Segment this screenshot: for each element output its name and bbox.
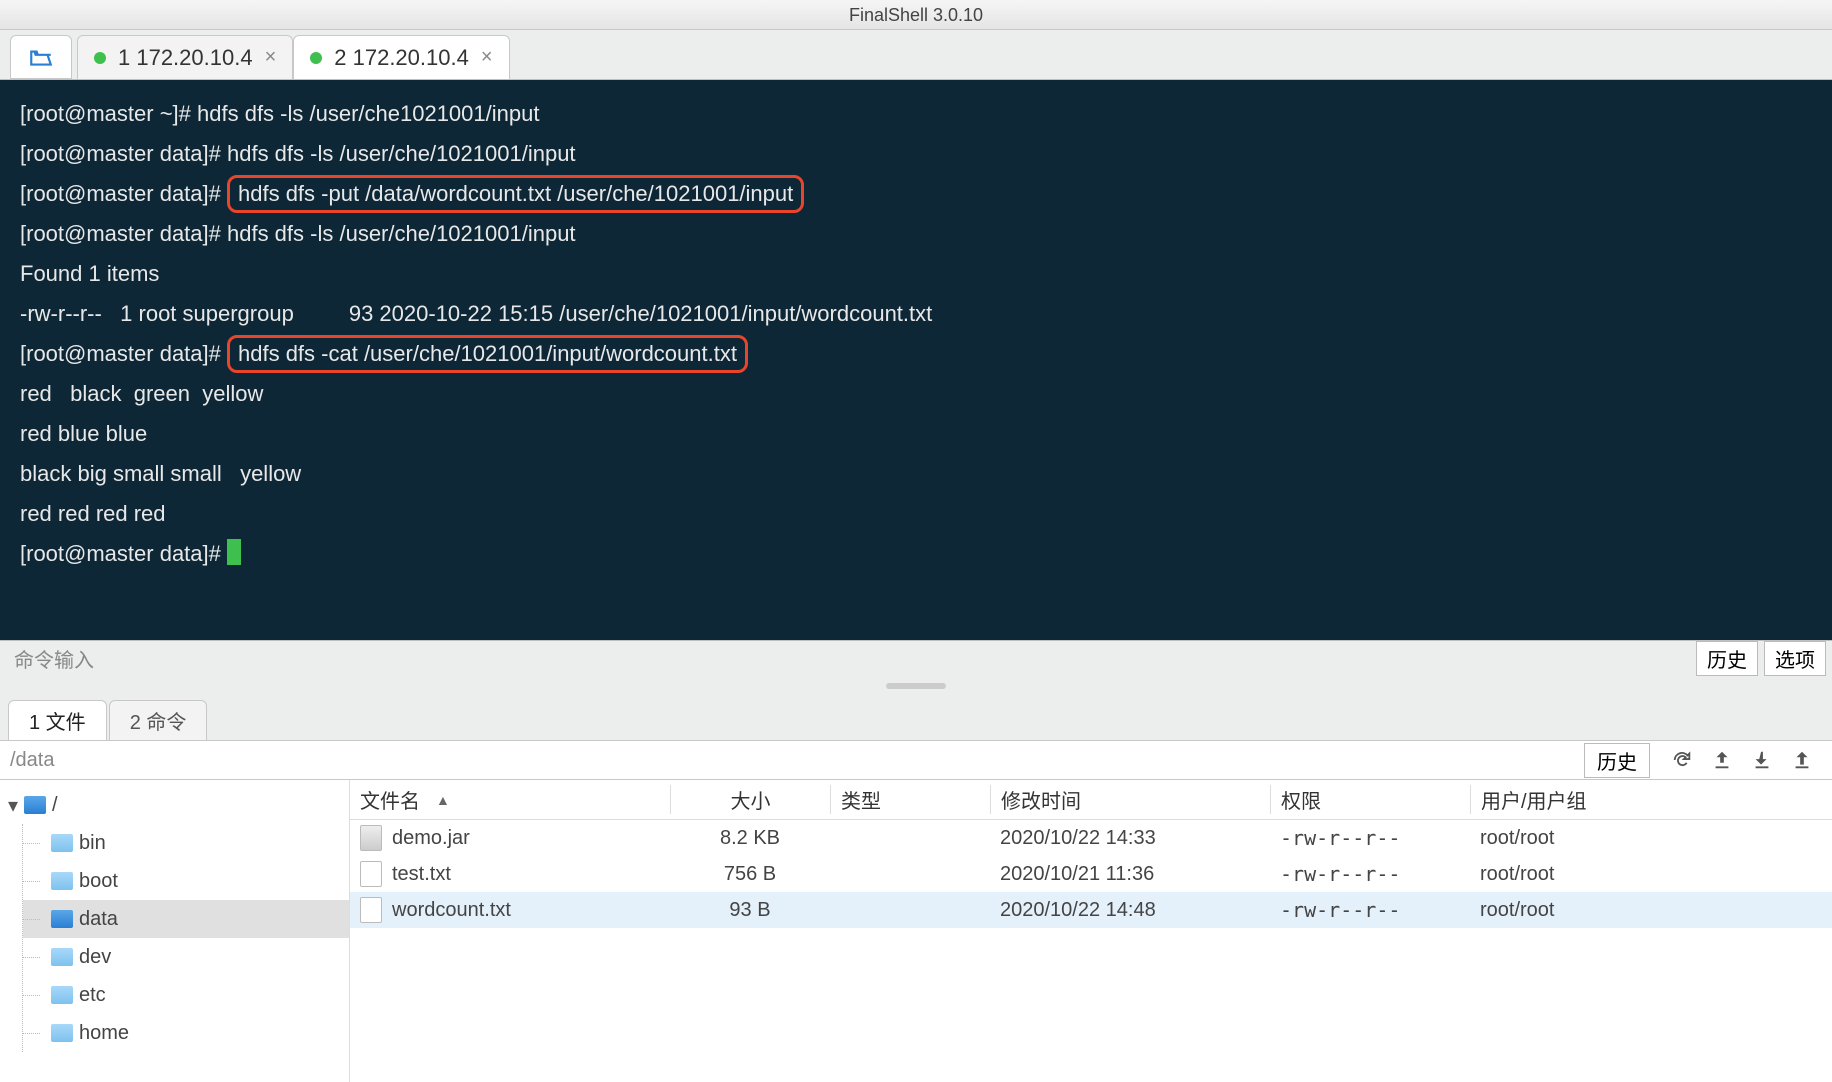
close-icon[interactable]: × [481, 46, 493, 69]
file-list[interactable]: 文件名▲ 大小 类型 修改时间 权限 用户/用户组 demo.jar 8.2 KB… [350, 780, 1832, 1082]
folder-tree[interactable]: ▾ / bin boot data dev etc home [0, 780, 350, 1082]
window-title: FinalShell 3.0.10 [0, 0, 1832, 30]
refresh-icon[interactable] [1668, 746, 1696, 774]
tree-label: home [79, 1022, 129, 1045]
path-history-button[interactable]: 历史 [1584, 743, 1650, 778]
tree-item[interactable]: boot [23, 862, 349, 900]
file-date: 2020/10/22 14:48 [990, 899, 1270, 922]
file-size: 93 B [670, 899, 830, 922]
status-dot-icon [94, 52, 106, 64]
col-user[interactable]: 用户/用户组 [1470, 785, 1832, 814]
file-user: root/root [1470, 863, 1832, 886]
tree-label: etc [79, 984, 106, 1007]
tree-item[interactable]: home [23, 1014, 349, 1052]
file-icon [360, 897, 382, 923]
upload-icon[interactable] [1788, 746, 1816, 774]
tree-label: / [52, 794, 58, 817]
tree-item[interactable]: bin [23, 824, 349, 862]
tab-files[interactable]: 1 文件 [8, 700, 107, 740]
split-drag-handle[interactable] [0, 676, 1832, 696]
file-perm: -rw-r--r-- [1270, 898, 1470, 922]
tree-label: dev [79, 946, 111, 969]
terminal-output[interactable]: [root@master ~]# hdfs dfs -ls /user/che1… [0, 80, 1832, 640]
conn-tab-2[interactable]: 2 172.20.10.4 × [293, 35, 509, 79]
file-user: root/root [1470, 899, 1832, 922]
upload-up-icon[interactable] [1708, 746, 1736, 774]
sort-asc-icon: ▲ [436, 792, 450, 808]
folder-icon [51, 834, 73, 852]
file-date: 2020/10/22 14:33 [990, 827, 1270, 850]
folder-icon [51, 986, 73, 1004]
file-name: demo.jar [392, 827, 470, 850]
open-folder-button[interactable] [10, 35, 72, 79]
command-input-row: 命令输入 历史 选项 [0, 640, 1832, 676]
col-type[interactable]: 类型 [830, 785, 990, 814]
tree-item[interactable]: dev [23, 938, 349, 976]
bottom-panel-tabs: 1 文件 2 命令 [0, 696, 1832, 740]
file-name: test.txt [392, 863, 451, 886]
tree-label: data [79, 908, 118, 931]
file-row[interactable]: test.txt 756 B 2020/10/21 11:36-rw-r--r--r… [350, 856, 1832, 892]
file-perm: -rw-r--r-- [1270, 826, 1470, 850]
col-perm[interactable]: 权限 [1270, 785, 1470, 814]
download-icon[interactable] [1748, 746, 1776, 774]
conn-tab-label: 2 172.20.10.4 [334, 45, 469, 71]
file-user: root/root [1470, 827, 1832, 850]
close-icon[interactable]: × [265, 46, 277, 69]
connection-tab-bar: 1 172.20.10.4 × 2 172.20.10.4 × [0, 30, 1832, 80]
file-icon [360, 861, 382, 887]
history-button[interactable]: 历史 [1696, 641, 1758, 676]
folder-icon [51, 948, 73, 966]
tree-item[interactable]: data [23, 900, 349, 938]
folder-icon [51, 872, 73, 890]
tree-label: bin [79, 832, 106, 855]
file-row[interactable]: demo.jar 8.2 KB 2020/10/22 14:33-rw-r--r--… [350, 820, 1832, 856]
file-name: wordcount.txt [392, 899, 511, 922]
col-size[interactable]: 大小 [670, 785, 830, 814]
tree-root[interactable]: ▾ / [0, 786, 349, 824]
tab-commands[interactable]: 2 命令 [109, 700, 208, 740]
folder-icon [51, 1024, 73, 1042]
folder-icon [24, 796, 46, 814]
file-row[interactable]: wordcount.txt 93 B 2020/10/22 14:48-rw-r--… [350, 892, 1832, 928]
options-button[interactable]: 选项 [1764, 641, 1826, 676]
col-date[interactable]: 修改时间 [990, 785, 1270, 814]
tree-item[interactable]: etc [23, 976, 349, 1014]
file-size: 756 B [670, 863, 830, 886]
file-list-header[interactable]: 文件名▲ 大小 类型 修改时间 权限 用户/用户组 [350, 780, 1832, 820]
folder-icon [51, 910, 73, 928]
file-date: 2020/10/21 11:36 [990, 863, 1270, 886]
file-size: 8.2 KB [670, 827, 830, 850]
conn-tab-label: 1 172.20.10.4 [118, 45, 253, 71]
path-input[interactable]: /data [10, 749, 1584, 772]
file-perm: -rw-r--r-- [1270, 862, 1470, 886]
conn-tab-1[interactable]: 1 172.20.10.4 × [77, 35, 293, 79]
col-name[interactable]: 文件名▲ [350, 785, 670, 814]
file-browser: ▾ / bin boot data dev etc home 文件名▲ 大小 类型 修改时… [0, 780, 1832, 1082]
tree-label: boot [79, 870, 118, 893]
status-dot-icon [310, 52, 322, 64]
file-icon [360, 825, 382, 851]
folder-open-icon [26, 44, 56, 70]
path-toolbar: /data 历史 [0, 740, 1832, 780]
command-input[interactable]: 命令输入 [0, 644, 1696, 673]
